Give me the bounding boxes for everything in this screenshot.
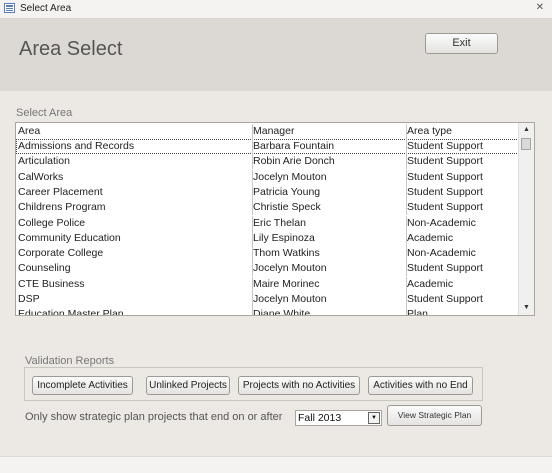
area-cell: College Police xyxy=(16,215,253,231)
area-type-cell: Student Support xyxy=(407,170,483,183)
area-cell: Community Education xyxy=(16,230,253,246)
scroll-up-icon[interactable]: ▲ xyxy=(519,123,534,137)
manager-cell: Jocelyn Mouton xyxy=(251,261,407,277)
area-type-cell: Plan xyxy=(407,308,429,316)
column-header-area: Area xyxy=(16,124,253,139)
list-scrollbar[interactable]: ▲ ▼ xyxy=(518,123,534,315)
area-type-cell: Academic xyxy=(407,231,454,244)
unlinked-projects-button[interactable]: Unlinked Projects xyxy=(146,376,230,395)
chevron-down-icon[interactable]: ▼ xyxy=(368,412,380,424)
area-cell: CalWorks xyxy=(16,169,253,185)
projects-no-activities-button[interactable]: Projects with no Activities xyxy=(238,376,360,395)
window-title: Select Area xyxy=(20,3,72,14)
manager-cell: Patricia Young xyxy=(251,184,407,200)
page-title: Area Select xyxy=(19,38,123,60)
table-row[interactable]: Articulation Robin Arie Donch Student Supp… xyxy=(16,154,521,170)
manager-cell: Maire Morinec xyxy=(251,276,407,292)
area-cell: Corporate College xyxy=(16,246,253,262)
incomplete-activities-button[interactable]: Incomplete Activities xyxy=(32,376,133,395)
table-row[interactable]: Admissions and Records Barbara Fountain St… xyxy=(16,139,521,154)
area-type-cell: Student Support xyxy=(407,201,483,214)
table-row[interactable]: Corporate College Thom Watkins Non-Academi… xyxy=(16,246,521,262)
list-header: Area Manager Area type xyxy=(16,124,521,139)
exit-button[interactable]: Exit xyxy=(425,33,498,54)
table-row[interactable]: CalWorks Jocelyn Mouton Student Support xyxy=(16,169,521,185)
area-list[interactable]: Area Manager Area type Admissions and Re… xyxy=(15,122,535,316)
scroll-thumb[interactable] xyxy=(521,138,531,150)
manager-cell: Lily Espinoza xyxy=(251,230,407,246)
area-type-cell: Student Support xyxy=(407,155,483,168)
manager-cell: Jocelyn Mouton xyxy=(251,169,407,185)
manager-cell: Barbara Fountain xyxy=(251,139,407,154)
area-type-cell: Student Support xyxy=(407,185,483,198)
area-type-cell: Non-Academic xyxy=(407,247,476,260)
table-row[interactable]: CTE Business Maire Morinec Academic xyxy=(16,276,521,292)
column-header-manager: Manager xyxy=(251,124,407,139)
title-bar: Select Area ✕ xyxy=(0,0,552,19)
scroll-down-icon[interactable]: ▼ xyxy=(519,301,534,315)
table-row[interactable]: DSP Jocelyn Mouton Student Support xyxy=(16,292,521,307)
area-cell: CTE Business xyxy=(16,276,253,292)
table-row[interactable]: Community Education Lily Espinoza Academic xyxy=(16,230,521,246)
area-cell: Admissions and Records xyxy=(16,139,253,154)
area-type-cell: Academic xyxy=(407,277,454,290)
area-type-cell: Student Support xyxy=(407,140,483,152)
activities-no-end-button[interactable]: Activities with no End xyxy=(368,376,473,395)
table-row[interactable]: Career Placement Patricia Young Student Su… xyxy=(16,184,521,200)
table-row[interactable]: College Police Eric Thelan Non-Academic xyxy=(16,215,521,231)
area-type-cell: Student Support xyxy=(407,293,483,305)
area-cell: Education Master Plan xyxy=(16,307,253,315)
area-cell: Articulation xyxy=(16,154,253,170)
column-header-area-type: Area type xyxy=(407,125,452,137)
area-cell: DSP xyxy=(16,292,253,307)
footer-bar xyxy=(0,456,552,473)
table-row[interactable]: Education Master Plan Diane White Plan xyxy=(16,307,521,316)
close-icon[interactable]: ✕ xyxy=(536,2,544,13)
manager-cell: Eric Thelan xyxy=(251,215,407,231)
form-header: Area Select Exit xyxy=(0,19,552,91)
area-type-cell: Student Support xyxy=(407,262,483,275)
area-type-cell: Non-Academic xyxy=(407,216,476,229)
select-area-label: Select Area xyxy=(16,107,73,119)
manager-cell: Diane White xyxy=(251,307,407,315)
area-cell: Counseling xyxy=(16,261,253,277)
manager-cell: Jocelyn Mouton xyxy=(251,292,407,307)
area-cell: Childrens Program xyxy=(16,200,253,216)
table-row[interactable]: Childrens Program Christie Speck Student S… xyxy=(16,200,521,216)
table-row[interactable]: Counseling Jocelyn Mouton Student Support xyxy=(16,261,521,277)
form-icon xyxy=(4,3,15,13)
manager-cell: Robin Arie Donch xyxy=(251,154,407,170)
term-select[interactable]: Fall 2013 ▼ xyxy=(295,410,382,426)
validation-reports-label: Validation Reports xyxy=(25,355,115,367)
manager-cell: Thom Watkins xyxy=(251,246,407,262)
term-select-value: Fall 2013 xyxy=(298,412,342,424)
filter-label: Only show strategic plan projects that e… xyxy=(25,411,283,423)
area-cell: Career Placement xyxy=(16,184,253,200)
view-strategic-plan-button[interactable]: View Strategic Plan xyxy=(387,405,482,426)
manager-cell: Christie Speck xyxy=(251,200,407,216)
